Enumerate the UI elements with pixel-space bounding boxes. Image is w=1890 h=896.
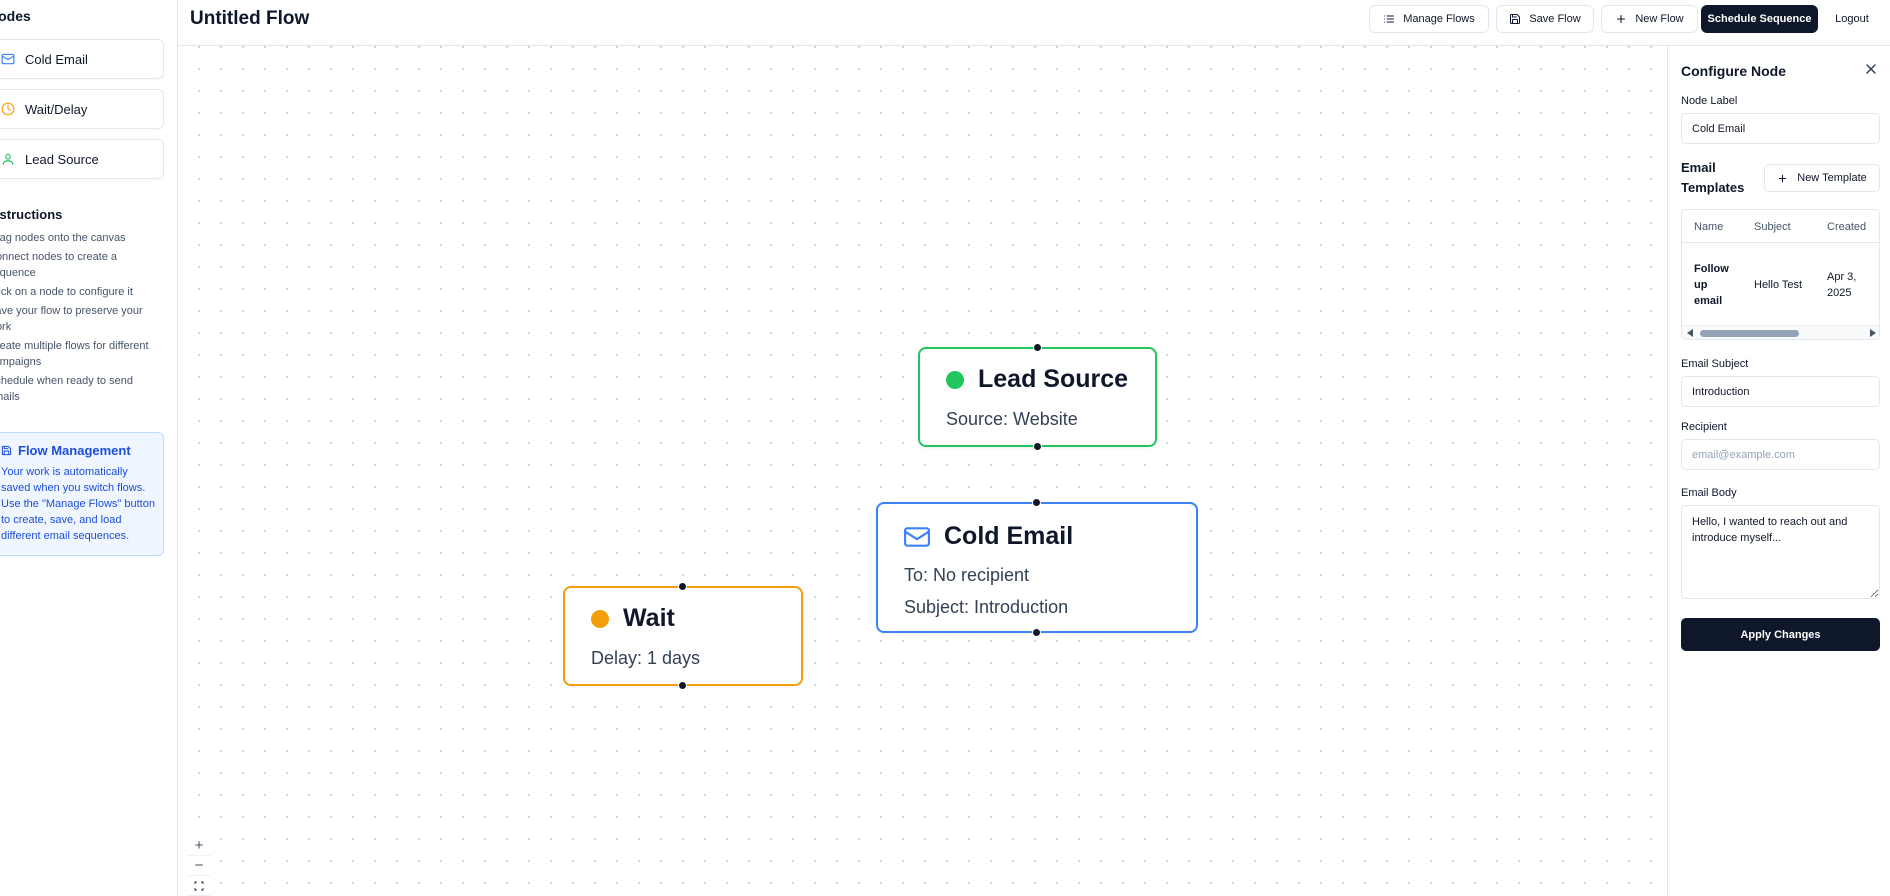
- plus-icon: [1779, 174, 1787, 182]
- info-title-text: Flow Management: [18, 443, 131, 458]
- horizontal-scrollbar[interactable]: [1682, 325, 1879, 339]
- node-title: Lead Source: [978, 365, 1129, 393]
- node-detail: Source: Website: [946, 409, 1078, 429]
- scroll-left-icon[interactable]: [1687, 329, 1693, 337]
- node-target-handle[interactable]: [1032, 343, 1042, 352]
- schedule-sequence-label: Schedule Sequence: [1707, 13, 1812, 25]
- instructions-title: Instructions: [0, 207, 63, 222]
- new-flow-button[interactable]: New Flow: [1601, 5, 1698, 33]
- flow-node-lead-source[interactable]: Lead Source Source: Website: [918, 343, 1157, 451]
- node-label-input[interactable]: [1681, 113, 1880, 144]
- canvas-controls: + −: [187, 836, 211, 896]
- flow-management-info: Flow Management Your work is automatical…: [0, 432, 164, 556]
- node-detail: To: No recipient: [904, 565, 1030, 585]
- email-templates-label: Email Templates: [1681, 160, 1745, 195]
- mail-icon: [1, 53, 15, 65]
- templates-table: Name Subject Created Follow up email Hel…: [1681, 209, 1880, 340]
- zoom-in-button[interactable]: +: [187, 836, 211, 856]
- status-dot-icon: [591, 609, 609, 628]
- save-icon: [1, 445, 12, 456]
- instruction-item: Create multiple flows for different camp…: [0, 340, 149, 368]
- palette-item-label: Wait/Delay: [25, 101, 88, 117]
- new-flow-label: New Flow: [1635, 13, 1684, 25]
- table-header: Name Subject Created: [1682, 210, 1879, 243]
- new-template-label: New Template: [1797, 172, 1867, 184]
- info-text: Your work is automatically saved when yo…: [1, 466, 155, 542]
- node-source-handle[interactable]: [678, 681, 687, 690]
- instruction-item: Click on a node to configure it: [0, 286, 133, 298]
- new-template-button[interactable]: New Template: [1764, 164, 1880, 192]
- flow-canvas[interactable]: Lead Source Source: Website Cold Email T…: [178, 46, 1667, 896]
- email-body-label: Email Body: [1681, 487, 1737, 499]
- apply-changes-button[interactable]: Apply Changes: [1681, 618, 1880, 651]
- node-header: Wait: [591, 604, 675, 633]
- configure-node-panel: Configure Node Node Label Email Template…: [1667, 46, 1890, 896]
- recipient-label: Recipient: [1681, 421, 1727, 433]
- scroll-right-icon[interactable]: [1870, 329, 1876, 337]
- mail-icon: [904, 526, 930, 547]
- email-subject-input[interactable]: [1681, 376, 1880, 407]
- node-header: Lead Source: [946, 365, 1128, 394]
- save-icon: [1510, 14, 1521, 24]
- column-header: Name: [1694, 221, 1724, 233]
- palette-item-label: Lead Source: [25, 151, 99, 167]
- logout-label: Logout: [1835, 13, 1869, 25]
- palette-item-label: Cold Email: [25, 51, 88, 67]
- instructions-list: Drag nodes onto the canvas Connect nodes…: [0, 230, 164, 408]
- instruction-item: Schedule when ready to send emails: [0, 375, 133, 403]
- panel-title: Configure Node: [1681, 63, 1786, 79]
- close-icon[interactable]: [1864, 62, 1878, 76]
- palette-item-wait-delay[interactable]: Wait/Delay: [0, 89, 164, 129]
- template-name-cell: Follow up email: [1694, 263, 1729, 307]
- template-subject-cell: Hello Test: [1754, 279, 1803, 291]
- scrollbar-thumb[interactable]: [1700, 330, 1799, 337]
- flow-node-wait[interactable]: Wait Delay: 1 days: [563, 582, 803, 690]
- instruction-item: Drag nodes onto the canvas: [0, 232, 126, 244]
- top-toolbar: Untitled Flow Manage Flows Save Flow New…: [178, 0, 1890, 46]
- save-flow-button[interactable]: Save Flow: [1496, 5, 1594, 33]
- zoom-out-button[interactable]: −: [187, 856, 211, 876]
- node-detail: Delay: 1 days: [591, 648, 701, 668]
- flow-node-cold-email[interactable]: Cold Email To: No recipient Subject: Int…: [876, 498, 1198, 637]
- fit-view-icon: [194, 880, 204, 891]
- plus-icon: [1617, 14, 1626, 24]
- status-dot-icon: [946, 370, 964, 389]
- edge-layer: [178, 46, 1667, 896]
- app-root: Nodes Cold Email Wait/Delay Lead Source …: [0, 0, 1890, 896]
- node-target-handle[interactable]: [1032, 498, 1041, 507]
- info-title: Flow Management: [1, 443, 155, 458]
- recipient-input[interactable]: [1681, 439, 1880, 470]
- email-subject-label: Email Subject: [1681, 358, 1749, 370]
- node-palette-sidebar: Nodes Cold Email Wait/Delay Lead Source …: [0, 0, 178, 896]
- save-flow-label: Save Flow: [1529, 13, 1581, 25]
- column-header: Created: [1827, 221, 1867, 233]
- instruction-item: Save your flow to preserve your work: [0, 305, 143, 333]
- node-header: Cold Email: [904, 522, 1073, 551]
- email-body-textarea[interactable]: Hello, I wanted to reach out and introdu…: [1681, 505, 1880, 599]
- flow-title: Untitled Flow: [190, 8, 310, 29]
- manage-flows-button[interactable]: Manage Flows: [1369, 5, 1489, 33]
- instruction-item: Connect nodes to create a sequence: [0, 251, 118, 279]
- fit-view-button[interactable]: [187, 876, 211, 896]
- manage-flows-label: Manage Flows: [1403, 13, 1475, 25]
- list-icon: [1384, 15, 1395, 23]
- table-row[interactable]: Follow up email Hello Test Apr 3, 2025: [1682, 244, 1879, 326]
- node-label-label: Node Label: [1681, 95, 1738, 107]
- node-target-handle[interactable]: [678, 582, 687, 591]
- palette-item-lead-source[interactable]: Lead Source: [0, 139, 164, 179]
- node-source-handle[interactable]: [1032, 442, 1042, 451]
- clock-icon: [1, 102, 15, 116]
- node-title: Cold Email: [944, 522, 1074, 550]
- node-source-handle[interactable]: [1032, 628, 1041, 637]
- palette-item-cold-email[interactable]: Cold Email: [0, 39, 164, 79]
- column-header: Subject: [1754, 221, 1791, 233]
- node-detail: Subject: Introduction: [904, 597, 1069, 617]
- schedule-sequence-button[interactable]: Schedule Sequence: [1701, 5, 1818, 33]
- user-icon: [2, 153, 14, 165]
- sidebar-heading: Nodes: [0, 8, 31, 24]
- node-title: Wait: [623, 604, 675, 632]
- logout-button[interactable]: Logout: [1824, 5, 1880, 33]
- template-created-cell: Apr 3, 2025: [1827, 271, 1857, 299]
